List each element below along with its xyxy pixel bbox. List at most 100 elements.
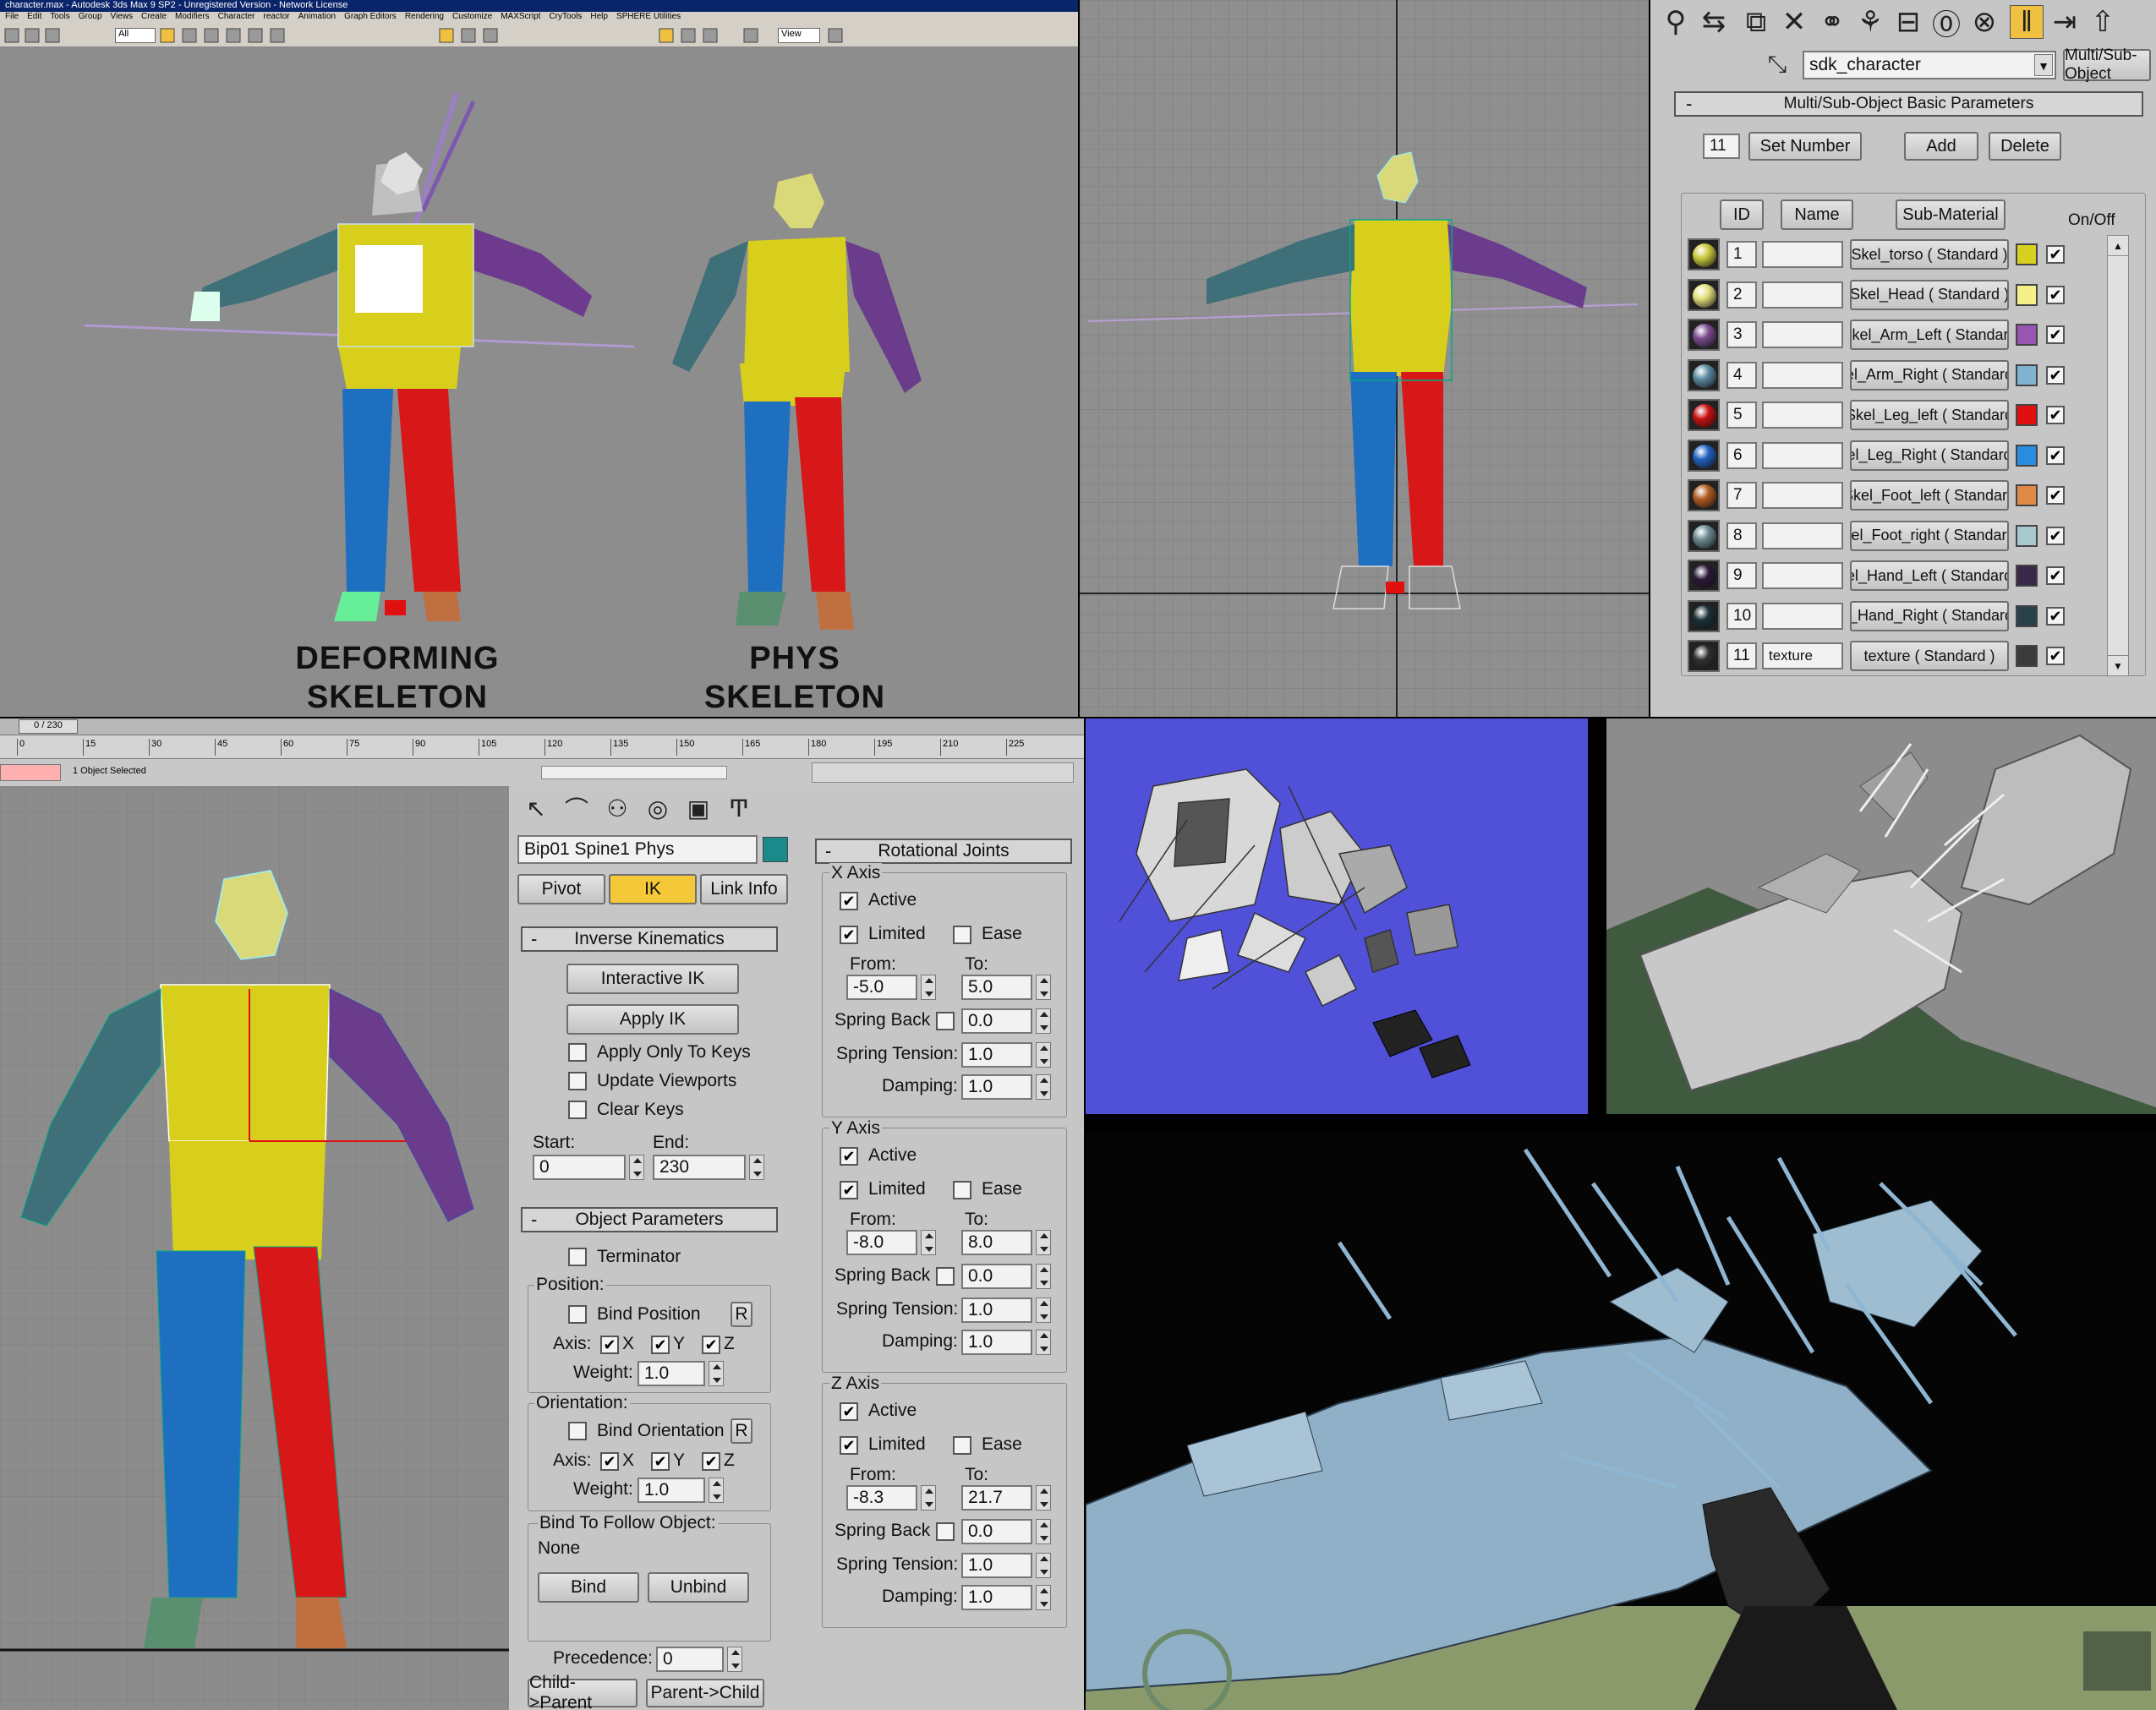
effects-channel-icon[interactable]: ⊟: [1891, 5, 1925, 39]
modify-tab-icon[interactable]: ⌒: [560, 791, 594, 825]
show-end-result-icon[interactable]: ⊗: [1967, 5, 2001, 39]
tab-link-info[interactable]: Link Info: [700, 874, 788, 904]
submaterial-button[interactable]: Skel_torso ( Standard ): [1850, 239, 2009, 270]
material-row[interactable]: 6 el_Leg_Right ( Standard ✔: [1684, 436, 2107, 475]
material-sphere-icon[interactable]: [1688, 640, 1720, 672]
put-to-scene-icon[interactable]: ⇆: [1697, 5, 1731, 39]
material-on-checkbox[interactable]: ✔: [2046, 325, 2065, 344]
material-row[interactable]: 5 Skel_Leg_left ( Standard ✔: [1684, 396, 2107, 434]
material-type-button[interactable]: Multi/Sub-Object: [2063, 46, 2151, 83]
material-color-swatch[interactable]: [2016, 484, 2038, 506]
material-id-field[interactable]: 9: [1726, 562, 1757, 589]
material-id-field[interactable]: 3: [1726, 321, 1757, 348]
material-id-field[interactable]: 1: [1726, 241, 1757, 268]
axis-from-spinner[interactable]: [921, 1230, 936, 1255]
axis-spring-back-field[interactable]: 0.0: [961, 1008, 1032, 1034]
submaterial-button[interactable]: el_Hand_Left ( Standard: [1850, 560, 2009, 591]
material-id-field[interactable]: 6: [1726, 441, 1757, 469]
material-sphere-icon[interactable]: [1688, 319, 1720, 351]
tab-ik[interactable]: IK: [609, 874, 697, 904]
position-y-checkbox[interactable]: ✔: [651, 1336, 670, 1354]
material-on-checkbox[interactable]: ✔: [2046, 526, 2065, 545]
position-x-checkbox[interactable]: ✔: [600, 1336, 619, 1354]
get-material-icon[interactable]: ⚲: [1659, 5, 1693, 39]
material-name-field[interactable]: sdk_character: [1803, 51, 2056, 79]
axis-ease-checkbox[interactable]: [953, 1181, 971, 1199]
material-sphere-icon[interactable]: [1688, 599, 1720, 632]
interactive-ik-button[interactable]: Interactive IK: [566, 964, 739, 994]
unbind-button[interactable]: Unbind: [648, 1572, 749, 1603]
material-sphere-icon[interactable]: [1688, 439, 1720, 472]
material-name-field[interactable]: [1762, 361, 1843, 389]
submaterial-button[interactable]: l_Hand_Right ( Standard: [1850, 600, 2009, 631]
terminator-checkbox[interactable]: [568, 1248, 587, 1266]
multi-sub-rollout-header[interactable]: - Multi/Sub-Object Basic Parameters: [1674, 91, 2143, 117]
axis-ease-checkbox[interactable]: [953, 1436, 971, 1455]
axis-from-field[interactable]: -5.0: [846, 975, 917, 1000]
axis-active-checkbox[interactable]: ✔: [840, 892, 858, 910]
axis-to-field[interactable]: 21.7: [961, 1485, 1032, 1511]
update-viewports-checkbox[interactable]: [568, 1072, 587, 1090]
axis-from-spinner[interactable]: [921, 975, 936, 1000]
material-sphere-icon[interactable]: [1688, 519, 1720, 552]
submaterial-button[interactable]: texture ( Standard ): [1850, 641, 2009, 671]
axis-to-field[interactable]: 5.0: [961, 975, 1032, 1000]
material-id-field[interactable]: 8: [1726, 522, 1757, 549]
axis-from-field[interactable]: -8.3: [846, 1485, 917, 1511]
axis-spring-tension-spinner[interactable]: [1036, 1042, 1051, 1068]
start-spinner[interactable]: [629, 1155, 644, 1180]
material-color-swatch[interactable]: [2016, 404, 2038, 426]
coord-fields[interactable]: [541, 766, 727, 779]
orientation-weight-spinner[interactable]: [709, 1478, 724, 1503]
axis-spring-back-spinner[interactable]: [1036, 1519, 1051, 1544]
pick-material-icon[interactable]: ⇧: [2086, 5, 2120, 39]
axis-damping-spinner[interactable]: [1036, 1330, 1051, 1355]
script-listener[interactable]: [0, 764, 61, 781]
orientation-x-checkbox[interactable]: ✔: [600, 1452, 619, 1471]
material-color-swatch[interactable]: [2016, 645, 2038, 667]
child-parent-button[interactable]: Child->Parent: [528, 1673, 637, 1710]
axis-damping-field[interactable]: 1.0: [961, 1330, 1032, 1355]
sort-by-id-button[interactable]: ID: [1720, 199, 1764, 230]
precedence-field[interactable]: 0: [656, 1647, 724, 1672]
axis-limited-checkbox[interactable]: ✔: [840, 1436, 858, 1455]
axis-damping-spinner[interactable]: [1036, 1074, 1051, 1100]
motion-tab-icon[interactable]: ◎: [641, 791, 675, 825]
bind-button[interactable]: Bind: [538, 1572, 639, 1603]
material-on-checkbox[interactable]: ✔: [2046, 245, 2065, 264]
submaterial-button[interactable]: Skel_Head ( Standard ): [1850, 279, 2009, 310]
submaterial-button[interactable]: kel_Foot_right ( Standard: [1850, 520, 2009, 551]
material-row[interactable]: 4 el_Arm_Right ( Standard ✔: [1684, 356, 2107, 395]
axis-limited-checkbox[interactable]: ✔: [840, 926, 858, 944]
axis-damping-field[interactable]: 1.0: [961, 1074, 1032, 1100]
anim-controls[interactable]: [812, 762, 1074, 783]
bind-orientation-r-button[interactable]: R: [731, 1418, 752, 1444]
eyedropper-icon[interactable]: ⤡: [1760, 49, 1794, 79]
axis-spring-tension-spinner[interactable]: [1036, 1298, 1051, 1323]
submaterial-button[interactable]: el_Leg_Right ( Standard: [1850, 440, 2009, 471]
material-row[interactable]: 10 l_Hand_Right ( Standard ✔: [1684, 597, 2107, 636]
bind-position-r-button[interactable]: R: [731, 1302, 752, 1327]
axis-spring-tension-field[interactable]: 1.0: [961, 1042, 1032, 1068]
axis-to-field[interactable]: 8.0: [961, 1230, 1032, 1255]
axis-spring-tension-field[interactable]: 1.0: [961, 1298, 1032, 1323]
axis-active-checkbox[interactable]: ✔: [840, 1147, 858, 1166]
material-on-checkbox[interactable]: ✔: [2046, 365, 2065, 385]
material-color-swatch[interactable]: [2016, 565, 2038, 587]
material-id-field[interactable]: 7: [1726, 482, 1757, 509]
viewport-skeletons[interactable]: character.max - Autodesk 3ds Max 9 SP2 -…: [0, 0, 1078, 717]
go-forward-sibling-icon[interactable]: ⇥: [2048, 5, 2082, 39]
time-slider[interactable]: 0 / 230: [0, 718, 1084, 735]
material-on-checkbox[interactable]: ✔: [2046, 406, 2065, 424]
end-field[interactable]: 230: [653, 1155, 746, 1180]
material-color-swatch[interactable]: [2016, 524, 2038, 547]
material-name-field[interactable]: [1762, 441, 1843, 469]
material-name-field[interactable]: texture: [1762, 642, 1843, 669]
material-color-swatch[interactable]: [2016, 444, 2038, 467]
material-id-field[interactable]: 2: [1726, 281, 1757, 309]
axis-spring-back-field[interactable]: 0.0: [961, 1264, 1032, 1289]
material-sphere-icon[interactable]: [1688, 238, 1720, 270]
material-on-checkbox[interactable]: ✔: [2046, 647, 2065, 665]
axis-to-spinner[interactable]: [1036, 1230, 1051, 1255]
make-unique-icon[interactable]: ⚭: [1815, 5, 1849, 39]
